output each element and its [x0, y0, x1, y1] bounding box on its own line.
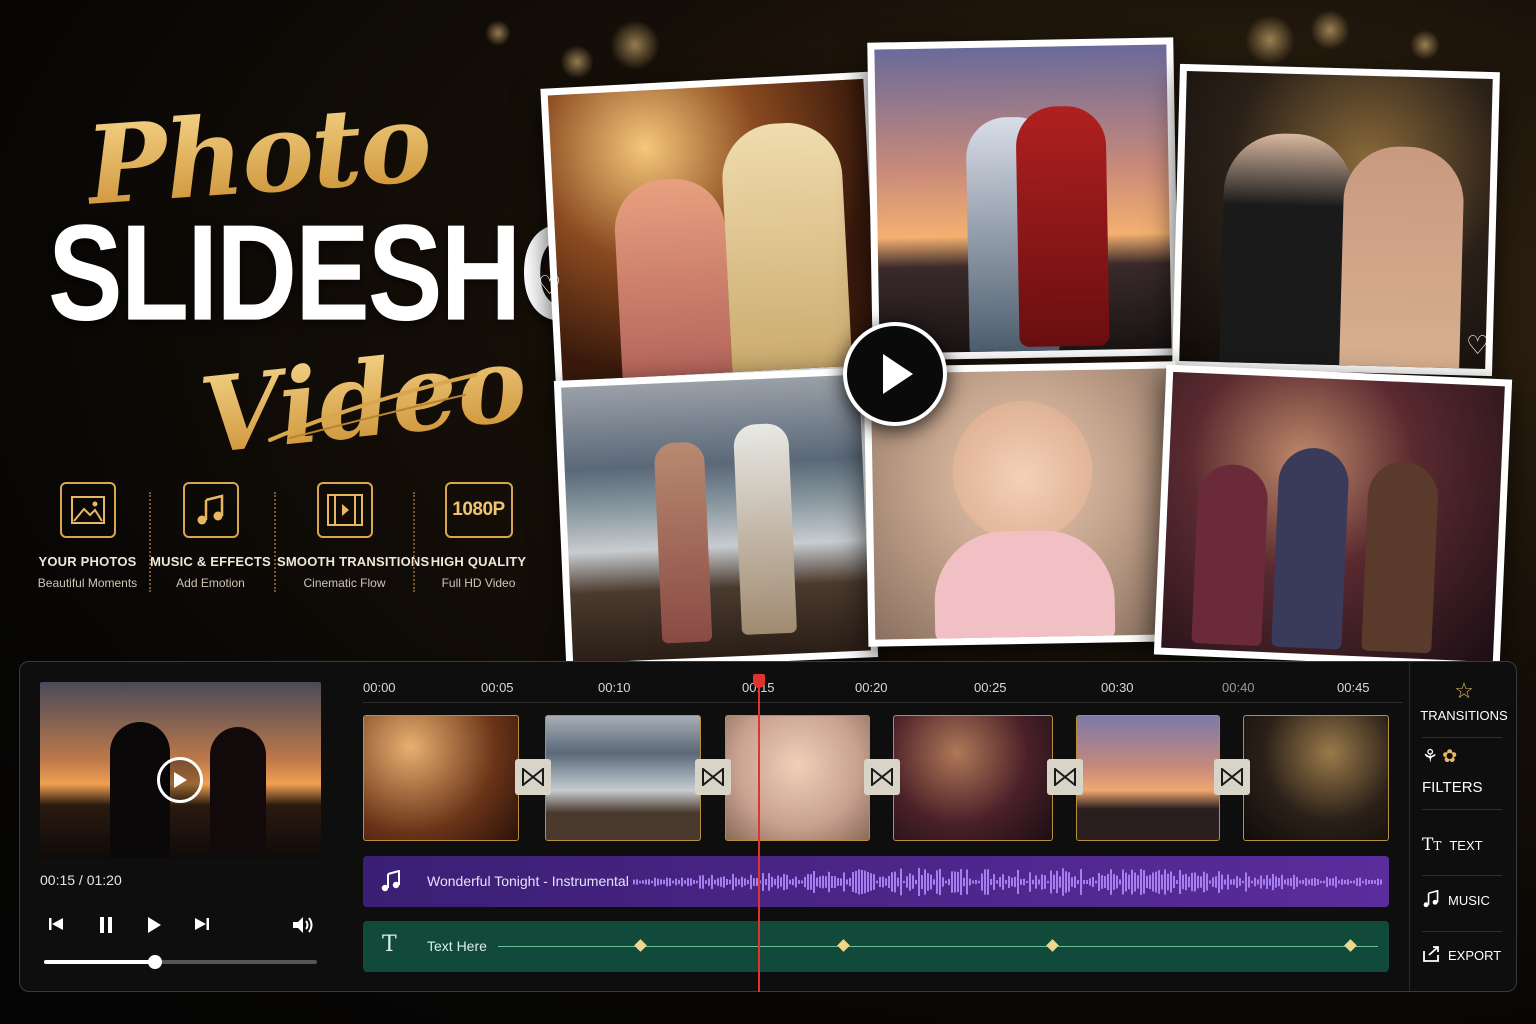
- photo-tuxedo-couple: [1172, 63, 1500, 377]
- ruler-tick: 00:25: [974, 680, 1007, 695]
- bowtie-icon: [702, 768, 724, 786]
- clip-sunset-couple[interactable]: [1076, 715, 1220, 841]
- skip-forward-button[interactable]: [194, 916, 210, 935]
- skip-back-button[interactable]: [48, 916, 64, 935]
- clip-tuxedo-couple[interactable]: [1243, 715, 1389, 841]
- clip-baby-flower-crown[interactable]: [725, 715, 870, 841]
- video-editor-panel: 00:15 / 01:20 00:00 00:05 00:10 00:15 00…: [19, 661, 1517, 992]
- filters-button[interactable]: ⚘✿ FILTERS: [1410, 746, 1518, 796]
- film-play-icon: [316, 482, 373, 538]
- progress-handle[interactable]: [148, 955, 162, 969]
- transition-marker[interactable]: [515, 759, 551, 795]
- music-note-icon: [182, 482, 239, 538]
- transition-marker[interactable]: [1214, 759, 1250, 795]
- text-type-icon: T: [382, 932, 397, 957]
- export-button[interactable]: EXPORT: [1410, 945, 1518, 963]
- star-icon: ☆: [1454, 678, 1474, 703]
- heart-icon: ♡: [538, 270, 562, 300]
- transition-marker[interactable]: [864, 759, 900, 795]
- 1080p-badge-icon: 1080P: [444, 482, 513, 538]
- pause-icon: [100, 917, 112, 933]
- play-icon: [174, 772, 187, 788]
- feature-high-quality: 1080P HIGH QUALITY Full HD Video: [411, 482, 546, 590]
- transitions-button[interactable]: ☆ TRANSITIONS: [1410, 678, 1518, 724]
- playback-controls: [40, 910, 320, 946]
- photo-lake-pier-couple: [553, 367, 879, 671]
- music-note-icon: [381, 870, 400, 892]
- ruler-tick: 00:10: [598, 680, 631, 695]
- ruler-tick: 00:00: [363, 680, 396, 695]
- title-swash-decoration: [268, 373, 477, 442]
- pause-button[interactable]: [98, 916, 114, 937]
- keyframe-marker[interactable]: [837, 939, 850, 952]
- clip-lake-pier-couple[interactable]: [545, 715, 701, 841]
- ruler-tick: 00:45: [1337, 680, 1370, 695]
- bowtie-icon: [1221, 768, 1243, 786]
- timeline-ruler[interactable]: 00:00 00:05 00:10 00:15 00:20 00:25 00:3…: [363, 678, 1403, 708]
- preview-player[interactable]: [40, 682, 321, 858]
- editor-sidebar: ☆ TRANSITIONS ⚘✿ FILTERS TT TEXT MUSIC EX…: [1409, 662, 1517, 991]
- photo-wedding-couple: [540, 71, 886, 389]
- feature-subtitle: Full HD Video: [441, 576, 516, 590]
- image-icon: [59, 482, 116, 538]
- bowtie-icon: [871, 768, 893, 786]
- feature-divider: [274, 492, 276, 592]
- feature-title: HIGH QUALITY: [430, 554, 527, 569]
- transition-marker[interactable]: [1047, 759, 1083, 795]
- music-track[interactable]: Wonderful Tonight - Instrumental: [363, 856, 1389, 907]
- bowtie-icon: [522, 768, 544, 786]
- text-track[interactable]: T Text Here: [363, 921, 1389, 972]
- text-icon: TT: [1422, 835, 1442, 855]
- feature-title: SMOOTH TRANSITIONS: [277, 554, 430, 569]
- feature-smooth-transitions: SMOOTH TRANSITIONS Cinematic Flow: [277, 482, 430, 590]
- bowtie-icon: [1054, 768, 1076, 786]
- play-icon: [148, 917, 161, 933]
- play-icon: [883, 354, 913, 394]
- export-icon: [1423, 946, 1439, 962]
- photo-sunset-couple: [867, 37, 1179, 361]
- feature-title: YOUR PHOTOS: [38, 554, 137, 569]
- music-button[interactable]: MUSIC: [1410, 889, 1518, 908]
- skip-back-icon: [49, 918, 63, 930]
- text-track-title: Text Here: [427, 938, 487, 954]
- keyframe-marker[interactable]: [634, 939, 647, 952]
- clip-wedding-couple[interactable]: [363, 715, 519, 841]
- ruler-tick: 00:40: [1222, 680, 1255, 695]
- progress-slider[interactable]: [44, 955, 317, 969]
- progress-fill: [44, 960, 155, 964]
- play-button-large[interactable]: [843, 322, 947, 426]
- filters-icon: ⚘✿: [1422, 746, 1462, 766]
- feature-music-effects: MUSIC & EFFECTS Add Emotion: [143, 482, 278, 590]
- keyframe-marker[interactable]: [1344, 939, 1357, 952]
- playhead-handle[interactable]: [753, 674, 765, 688]
- feature-subtitle: Beautiful Moments: [37, 576, 138, 590]
- play-button[interactable]: [146, 916, 162, 937]
- preview-play-button[interactable]: [157, 757, 203, 803]
- music-track-title: Wonderful Tonight - Instrumental: [427, 873, 629, 889]
- feature-title: MUSIC & EFFECTS: [150, 554, 271, 569]
- ruler-tick: 00:20: [855, 680, 888, 695]
- text-button[interactable]: TT TEXT: [1410, 835, 1518, 855]
- feature-subtitle: Add Emotion: [176, 576, 245, 590]
- heart-icon: ♡: [1466, 330, 1490, 360]
- feature-subtitle: Cinematic Flow: [303, 576, 386, 590]
- skip-forward-icon: [195, 918, 209, 930]
- photo-party-crowd: [1153, 364, 1513, 670]
- feature-your-photos: YOUR PHOTOS Beautiful Moments: [20, 482, 155, 590]
- clip-party-crowd[interactable]: [893, 715, 1053, 841]
- volume-button[interactable]: [292, 916, 314, 937]
- keyframe-marker[interactable]: [1046, 939, 1059, 952]
- music-note-icon: [1423, 889, 1439, 908]
- ruler-tick: 00:30: [1101, 680, 1134, 695]
- playhead[interactable]: [758, 674, 760, 992]
- audio-waveform: [633, 867, 1382, 897]
- transition-marker[interactable]: [695, 759, 731, 795]
- time-display: 00:15 / 01:20: [40, 872, 122, 888]
- ruler-tick: 00:05: [481, 680, 514, 695]
- video-track: [363, 715, 1389, 841]
- volume-icon: [293, 917, 313, 933]
